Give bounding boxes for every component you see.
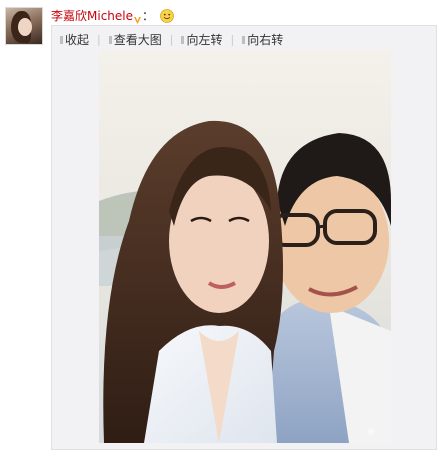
vip-v-icon[interactable]	[134, 13, 141, 24]
author-avatar[interactable]	[5, 7, 43, 45]
media-toolbar: 收起 | 查看大图 | 向左转 | 向右转	[60, 32, 283, 48]
view-large-button[interactable]: 查看大图	[108, 32, 162, 48]
rotate-left-icon	[181, 36, 185, 44]
smile-emoji-icon	[160, 9, 174, 23]
view-large-label: 查看大图	[113, 33, 162, 47]
collapse-label: 收起	[65, 33, 90, 47]
selfie-photo[interactable]: ❋	[99, 51, 391, 443]
weibo-post: 李嘉欣Michele ： 收起 | 查看大图 | 向左转 | 向右转 ❋	[0, 0, 442, 453]
rotate-right-label: 向右转	[247, 33, 284, 47]
svg-text:❋: ❋	[367, 427, 375, 438]
expanded-media-box: 收起 | 查看大图 | 向左转 | 向右转 ❋	[51, 25, 437, 450]
rotate-left-label: 向左转	[186, 33, 223, 47]
view-large-icon	[108, 36, 112, 44]
toolbar-separator: |	[230, 33, 235, 46]
header-colon: ：	[142, 9, 155, 23]
rotate-left-button[interactable]: 向左转	[181, 32, 222, 48]
author-name-link[interactable]: 李嘉欣Michele	[51, 8, 133, 24]
toolbar-separator: |	[97, 33, 101, 46]
rotate-right-button[interactable]: 向右转	[242, 32, 283, 48]
collapse-button[interactable]: 收起	[60, 32, 89, 48]
post-header: 李嘉欣Michele ：	[51, 8, 174, 24]
toolbar-separator: |	[169, 33, 174, 46]
rotate-right-icon	[242, 36, 246, 44]
collapse-icon	[60, 36, 63, 44]
avatar-face	[18, 18, 32, 36]
